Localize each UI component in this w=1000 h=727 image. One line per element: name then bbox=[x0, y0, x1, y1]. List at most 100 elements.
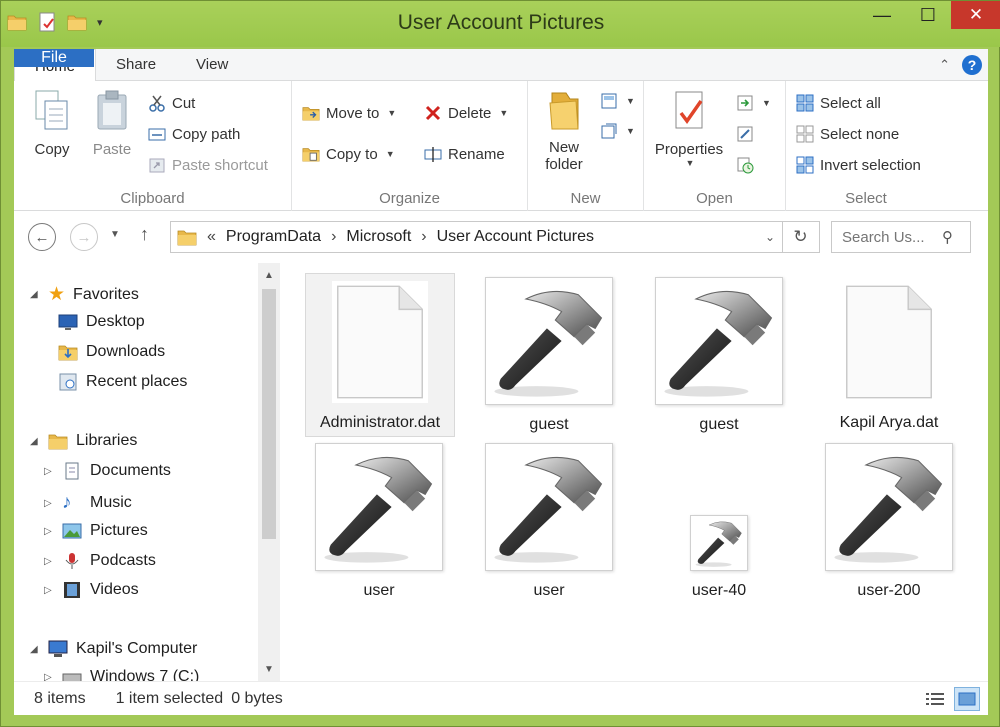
address-dropdown-icon[interactable]: ⌄ bbox=[765, 230, 775, 244]
hammer-icon bbox=[655, 277, 783, 405]
nav-podcasts[interactable]: ▷ Podcasts bbox=[44, 552, 156, 570]
group-label-clipboard: Clipboard bbox=[120, 190, 185, 207]
nav-label: Windows 7 (C:) bbox=[90, 668, 200, 681]
history-button[interactable] bbox=[736, 153, 754, 177]
collapse-ribbon-icon[interactable]: ⌃ bbox=[939, 57, 950, 73]
select-none-button[interactable]: Select none bbox=[796, 122, 899, 146]
search-box[interactable]: ⚲ bbox=[831, 221, 971, 253]
edit-button[interactable] bbox=[736, 122, 754, 146]
nav-scrollbar[interactable]: ▲ ▼ bbox=[258, 263, 280, 681]
tab-file[interactable]: File bbox=[14, 49, 94, 67]
properties-dropdown-icon: ▼ bbox=[685, 158, 695, 168]
copy-path-button[interactable]: Copy path bbox=[148, 122, 240, 146]
back-button[interactable]: ← bbox=[28, 223, 56, 251]
music-icon: ♪ bbox=[62, 492, 72, 513]
expand-icon[interactable]: ▷ bbox=[44, 526, 54, 537]
minimize-button[interactable]: — bbox=[859, 1, 905, 29]
new-folder-label-2: folder bbox=[545, 156, 583, 173]
close-button[interactable]: ✕ bbox=[951, 1, 1000, 29]
collapse-icon[interactable]: ◢ bbox=[30, 289, 40, 300]
select-all-icon bbox=[796, 94, 814, 112]
cut-button[interactable]: Cut bbox=[148, 91, 195, 115]
file-item[interactable]: Kapil Arya.dat bbox=[815, 281, 963, 432]
nav-computer[interactable]: ◢ Kapil's Computer bbox=[30, 640, 197, 658]
nav-pictures[interactable]: ▷ Pictures bbox=[44, 522, 148, 540]
file-item[interactable]: Administrator.dat bbox=[306, 281, 454, 432]
breadcrumb-user-account-pictures[interactable]: User Account Pictures bbox=[431, 228, 600, 246]
select-none-label: Select none bbox=[820, 125, 900, 143]
address-bar[interactable]: « ProgramData › Microsoft › User Account… bbox=[170, 221, 820, 253]
title-bar: ▾ User Account Pictures — ☐ ✕ bbox=[1, 1, 1000, 47]
file-item[interactable]: guest bbox=[475, 277, 623, 434]
nav-favorites[interactable]: ◢ ★ Favorites bbox=[30, 283, 139, 306]
nav-music[interactable]: ▷ ♪ Music bbox=[44, 492, 132, 514]
overflow-icon[interactable]: « bbox=[203, 228, 220, 246]
scroll-up-icon[interactable]: ▲ bbox=[258, 265, 280, 285]
folder-icon bbox=[177, 228, 197, 246]
large-icons-view-button[interactable] bbox=[954, 686, 980, 711]
new-folder-button[interactable]: New folder bbox=[534, 89, 594, 173]
scroll-thumb[interactable] bbox=[262, 289, 276, 539]
delete-button[interactable]: Delete ▼ bbox=[424, 101, 508, 125]
nav-desktop[interactable]: Desktop bbox=[58, 313, 145, 331]
search-icon[interactable]: ⚲ bbox=[942, 228, 953, 246]
search-input[interactable] bbox=[842, 228, 938, 246]
up-button[interactable]: ↑ bbox=[140, 224, 149, 245]
paste-shortcut-button[interactable]: Paste shortcut bbox=[148, 153, 268, 177]
expand-icon[interactable]: ▷ bbox=[44, 585, 54, 596]
nav-recent-places[interactable]: Recent places bbox=[58, 373, 187, 391]
nav-label: Downloads bbox=[86, 343, 166, 360]
recent-locations-icon[interactable]: ▼ bbox=[110, 229, 120, 240]
computer-icon bbox=[48, 640, 68, 657]
breadcrumb-microsoft[interactable]: Microsoft bbox=[340, 228, 417, 246]
maximize-button[interactable]: ☐ bbox=[905, 1, 951, 29]
collapse-icon[interactable]: ◢ bbox=[30, 436, 40, 447]
expand-icon[interactable]: ▷ bbox=[44, 672, 54, 682]
nav-documents[interactable]: ▷ Documents bbox=[44, 462, 171, 480]
copy-to-dropdown-icon: ▼ bbox=[385, 149, 395, 159]
file-item[interactable]: user bbox=[305, 443, 453, 600]
nav-videos[interactable]: ▷ Videos bbox=[44, 581, 139, 599]
paste-button[interactable]: Paste bbox=[82, 89, 142, 158]
forward-button[interactable]: → bbox=[70, 223, 98, 251]
invert-selection-label: Invert selection bbox=[820, 156, 921, 174]
nav-libraries[interactable]: ◢ Libraries bbox=[30, 432, 137, 450]
breadcrumb-chevron-icon[interactable]: › bbox=[417, 228, 430, 246]
breadcrumb-programdata[interactable]: ProgramData bbox=[220, 228, 327, 246]
nav-downloads[interactable]: Downloads bbox=[58, 343, 165, 361]
properties-button[interactable]: Properties ▼ bbox=[650, 89, 728, 168]
breadcrumb-chevron-icon[interactable]: › bbox=[327, 228, 340, 246]
select-all-button[interactable]: Select all bbox=[796, 91, 881, 115]
file-item[interactable]: user bbox=[475, 443, 623, 600]
open-button[interactable]: ▼ bbox=[736, 91, 771, 115]
move-to-icon bbox=[302, 104, 320, 122]
help-icon[interactable]: ? bbox=[962, 54, 982, 75]
expand-icon[interactable]: ▷ bbox=[44, 556, 54, 567]
expand-icon[interactable]: ▷ bbox=[44, 466, 54, 477]
expand-icon[interactable]: ▷ bbox=[44, 498, 54, 509]
new-item-dropdown-icon: ▼ bbox=[626, 96, 635, 106]
scroll-down-icon[interactable]: ▼ bbox=[258, 659, 280, 679]
collapse-icon[interactable]: ◢ bbox=[30, 644, 40, 655]
nav-drive-c[interactable]: ▷ Windows 7 (C:) bbox=[44, 668, 199, 681]
file-item[interactable]: user-40 bbox=[645, 515, 793, 600]
tab-share[interactable]: Share bbox=[96, 49, 176, 80]
new-folder-icon bbox=[549, 92, 579, 130]
refresh-button[interactable]: ↻ bbox=[782, 221, 818, 253]
move-to-label: Move to bbox=[326, 104, 380, 122]
move-to-button[interactable]: Move to ▼ bbox=[302, 101, 396, 125]
new-item-button[interactable]: ▼ bbox=[600, 89, 635, 113]
easy-access-button[interactable]: ▼ bbox=[600, 119, 635, 143]
details-view-button[interactable] bbox=[922, 687, 948, 711]
open-icon bbox=[737, 95, 753, 111]
rename-icon bbox=[424, 147, 442, 162]
tab-view[interactable]: View bbox=[176, 49, 248, 80]
copy-to-button[interactable]: Copy to ▼ bbox=[302, 142, 395, 166]
rename-button[interactable]: Rename bbox=[424, 142, 505, 166]
nav-label: Recent places bbox=[86, 373, 188, 390]
file-item[interactable]: user-200 bbox=[815, 443, 963, 600]
group-label-open: Open bbox=[696, 190, 733, 207]
file-item[interactable]: guest bbox=[645, 277, 793, 434]
copy-button[interactable]: Copy bbox=[22, 89, 82, 158]
invert-selection-button[interactable]: Invert selection bbox=[796, 153, 921, 177]
